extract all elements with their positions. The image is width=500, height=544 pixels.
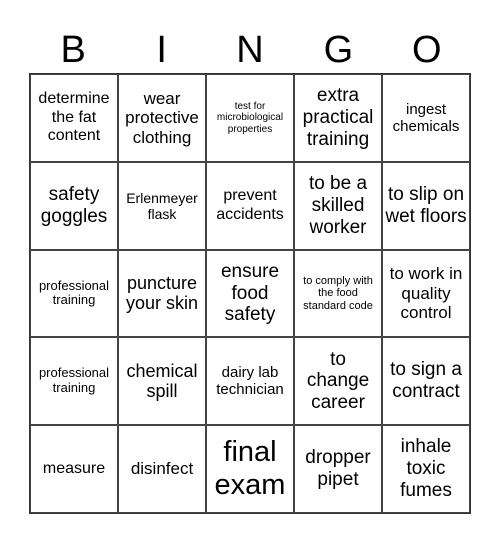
cell-text: final exam — [214, 435, 286, 502]
cell-text: to comply with the food standard code — [303, 274, 373, 312]
bingo-cell[interactable]: to change career — [294, 337, 382, 426]
cell-text: to work in quality control — [389, 264, 463, 323]
header-letter-g: G — [323, 29, 354, 71]
bingo-cell[interactable]: prevent accidents — [206, 161, 294, 250]
cell-text: to change career — [306, 348, 370, 414]
cell-text: extra practical training — [302, 85, 374, 150]
cell-text: dairy lab technician — [216, 364, 284, 399]
bingo-cell[interactable]: ingest chemicals — [382, 74, 470, 162]
cell-text: inhale toxic fumes — [400, 436, 452, 502]
bingo-cell[interactable]: chemical spill — [118, 337, 206, 426]
bingo-cell[interactable]: wear protective clothing — [118, 74, 206, 162]
bingo-cell[interactable]: dairy lab technician — [206, 337, 294, 426]
bingo-cell[interactable]: Erlenmeyer flask — [118, 161, 206, 250]
bingo-cell[interactable]: professional training — [30, 337, 118, 426]
cell-text: Erlenmeyer flask — [126, 189, 198, 222]
bingo-cell[interactable]: to sign a contract — [382, 337, 470, 426]
bingo-cell[interactable]: final exam — [206, 425, 294, 513]
cell-text: test for microbiological properties — [216, 100, 284, 135]
cell-text: to sign a contract — [390, 359, 462, 403]
cell-text: professional training — [38, 365, 110, 396]
cell-text: measure — [42, 459, 106, 477]
cell-text: to slip on wet floors — [385, 183, 467, 227]
bingo-cell[interactable]: to work in quality control — [382, 249, 470, 338]
bingo-cell[interactable]: to comply with the food standard code — [294, 249, 382, 338]
bingo-cell[interactable]: to be a skilled worker — [294, 161, 382, 250]
header-letter-n: N — [236, 29, 264, 71]
bingo-cell[interactable]: measure — [30, 425, 118, 513]
cell-text: ensure food safety — [220, 260, 280, 326]
cell-text: puncture your skin — [125, 272, 199, 314]
bingo-cell[interactable]: professional training — [30, 249, 118, 338]
bingo-cell[interactable]: test for microbiological properties — [206, 74, 294, 162]
header-letter-b: B — [60, 29, 86, 71]
bingo-grid: determine the fat content wear protectiv… — [29, 73, 471, 514]
bingo-cell[interactable]: puncture your skin — [118, 249, 206, 338]
cell-text: dropper pipet — [305, 447, 371, 491]
header-letter-o: O — [412, 29, 442, 71]
bingo-cell[interactable]: inhale toxic fumes — [382, 425, 470, 513]
cell-text: prevent accidents — [216, 187, 284, 223]
cell-text: chemical spill — [126, 360, 198, 402]
cell-text: ingest chemicals — [392, 100, 460, 135]
cell-text: to be a skilled worker — [308, 172, 368, 238]
cell-text: safety goggles — [40, 183, 108, 227]
bingo-cell[interactable]: ensure food safety — [206, 249, 294, 338]
bingo-cell[interactable]: disinfect — [118, 425, 206, 513]
bingo-cell[interactable]: dropper pipet — [294, 425, 382, 513]
cell-text: professional training — [38, 277, 110, 308]
cell-text: wear protective clothing — [125, 88, 199, 147]
bingo-cell[interactable]: to slip on wet floors — [382, 161, 470, 250]
bingo-cell[interactable]: extra practical training — [294, 74, 382, 162]
header-letter-i: I — [156, 29, 167, 71]
cell-text: determine the fat content — [38, 90, 110, 145]
bingo-cell[interactable]: safety goggles — [30, 161, 118, 250]
cell-text: disinfect — [130, 459, 194, 479]
bingo-header: B I N G O — [29, 28, 471, 72]
bingo-cell[interactable]: determine the fat content — [30, 74, 118, 162]
